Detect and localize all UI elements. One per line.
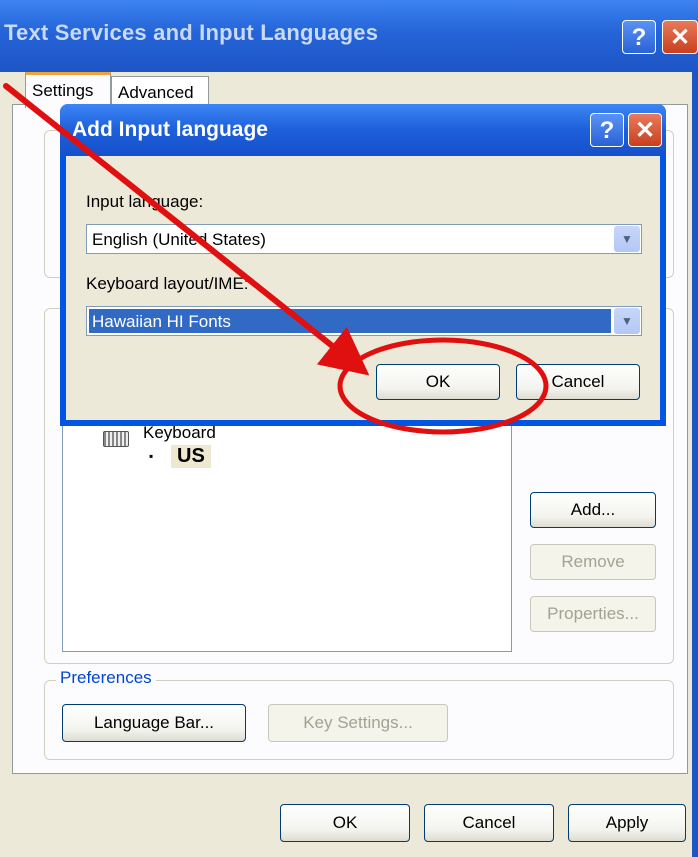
- remove-button[interactable]: Remove: [530, 544, 656, 580]
- cancel-button[interactable]: Cancel: [424, 804, 554, 842]
- outer-help-button[interactable]: ?: [622, 20, 656, 54]
- inner-dialog-body: Input language: English (United States) …: [66, 156, 660, 420]
- keyboard-label: Keyboard: [143, 423, 216, 442]
- keyboard-icon: [103, 431, 129, 447]
- inner-help-button[interactable]: ?: [590, 113, 624, 147]
- inner-ok-button[interactable]: OK: [376, 364, 500, 400]
- outer-close-button[interactable]: ✕: [662, 20, 698, 54]
- bullet-icon: ▪: [149, 449, 154, 463]
- window-border: [692, 72, 698, 857]
- input-language-value: English (United States): [92, 230, 266, 249]
- input-language-select[interactable]: English (United States) ▼: [86, 224, 642, 254]
- keyboard-layout-label: Keyboard layout/IME:: [86, 274, 249, 293]
- input-language-label: Input language:: [86, 192, 204, 211]
- inner-close-button[interactable]: ✕: [628, 113, 662, 147]
- properties-button[interactable]: Properties...: [530, 596, 656, 632]
- key-settings-button[interactable]: Key Settings...: [268, 704, 448, 742]
- language-bar-button[interactable]: Language Bar...: [62, 704, 246, 742]
- installed-services-list[interactable]: Keyboard ▪ US: [62, 416, 512, 652]
- inner-dialog-title: Add Input language: [72, 118, 268, 141]
- add-input-language-dialog: Add Input language ? ✕ Input language: E…: [60, 104, 666, 426]
- apply-button[interactable]: Apply: [568, 804, 686, 842]
- tab-advanced-label: Advanced: [118, 83, 194, 102]
- tab-settings[interactable]: Settings: [25, 72, 111, 108]
- preferences-label: Preferences: [56, 668, 156, 688]
- keyboard-layout-select[interactable]: Hawaiian HI Fonts ▼: [86, 306, 642, 336]
- tab-settings-label: Settings: [32, 81, 94, 100]
- outer-title-bar[interactable]: Text Services and Input Languages ? ✕: [0, 0, 698, 72]
- outer-window-title: Text Services and Input Languages: [4, 20, 379, 45]
- inner-cancel-button[interactable]: Cancel: [516, 364, 640, 400]
- chevron-down-icon[interactable]: ▼: [614, 226, 640, 252]
- layout-us-item[interactable]: US: [171, 445, 211, 468]
- add-button[interactable]: Add...: [530, 492, 656, 528]
- keyboard-layout-value: Hawaiian HI Fonts: [92, 312, 231, 331]
- chevron-down-icon[interactable]: ▼: [614, 308, 640, 334]
- ok-button[interactable]: OK: [280, 804, 410, 842]
- inner-title-bar[interactable]: Add Input language ? ✕: [60, 104, 666, 156]
